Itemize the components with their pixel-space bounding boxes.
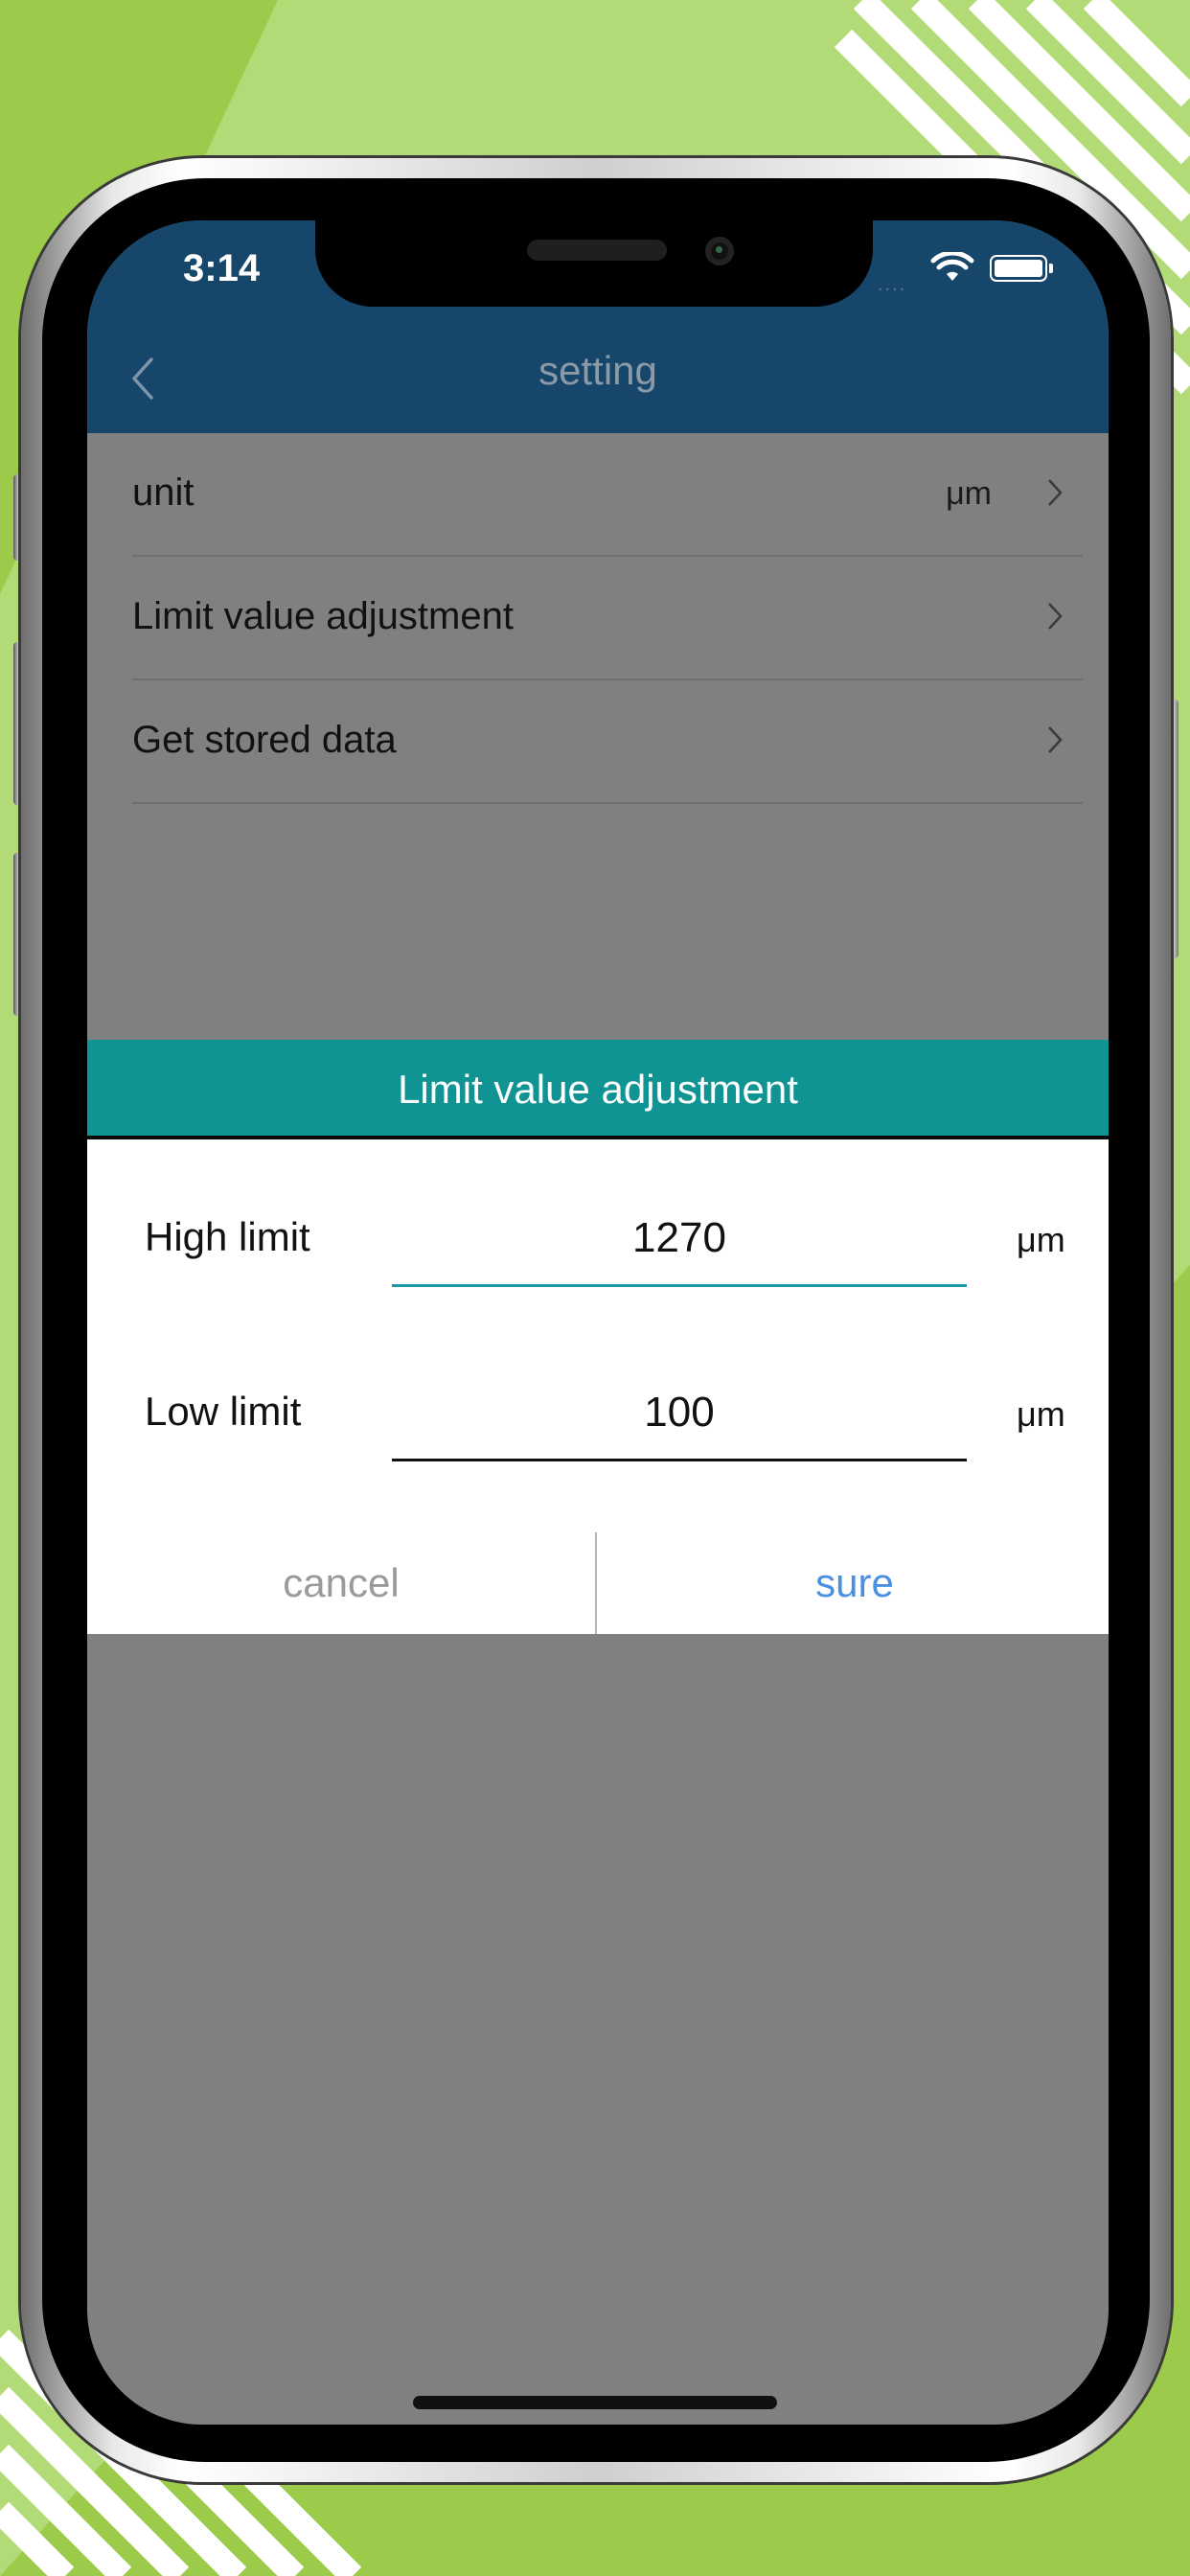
high-limit-unit: μm — [1017, 1220, 1065, 1259]
button-divider — [595, 1532, 597, 1634]
battery-tip — [1049, 264, 1053, 273]
dialog-title: Limit value adjustment — [87, 1040, 1109, 1139]
limit-value-dialog: Limit value adjustment High limit μm Low… — [87, 1040, 1109, 1634]
phone-notch — [315, 220, 873, 307]
cellular-signal-icon: .... — [878, 274, 907, 295]
chevron-right-icon — [1048, 726, 1063, 753]
cancel-button[interactable]: cancel — [87, 1532, 595, 1634]
settings-row-label: Limit value adjustment — [132, 595, 514, 637]
home-indicator[interactable] — [413, 2396, 777, 2409]
wifi-icon — [930, 252, 974, 281]
chevron-right-icon — [1048, 603, 1063, 630]
page-title: setting — [538, 348, 657, 393]
chevron-right-icon — [1048, 479, 1063, 506]
settings-row-get-stored-data[interactable]: Get stored data — [132, 680, 1083, 804]
low-limit-unit: μm — [1017, 1394, 1065, 1434]
high-limit-label: High limit — [145, 1214, 310, 1259]
settings-row-label: unit — [132, 472, 195, 514]
sure-button[interactable]: sure — [601, 1532, 1109, 1634]
high-limit-input[interactable] — [392, 1203, 967, 1274]
status-time: 3:14 — [183, 247, 261, 289]
settings-row-limit-value-adjustment[interactable]: Limit value adjustment — [132, 557, 1083, 680]
battery-icon — [990, 255, 1047, 282]
low-limit-label: Low limit — [145, 1389, 302, 1434]
settings-row-label: Get stored data — [132, 719, 397, 761]
dialog-body: High limit μm Low limit μm cancel sure — [87, 1139, 1109, 1634]
settings-row-value: μm — [946, 475, 992, 512]
low-limit-underline — [392, 1459, 967, 1461]
earpiece-speaker — [527, 240, 667, 261]
app-screen: 3:14 .... setting unit μm Limit value ad… — [87, 220, 1109, 2425]
high-limit-underline — [392, 1284, 967, 1287]
settings-row-unit[interactable]: unit μm — [132, 433, 1083, 557]
front-camera-icon — [705, 237, 734, 265]
low-limit-input[interactable] — [392, 1377, 967, 1448]
